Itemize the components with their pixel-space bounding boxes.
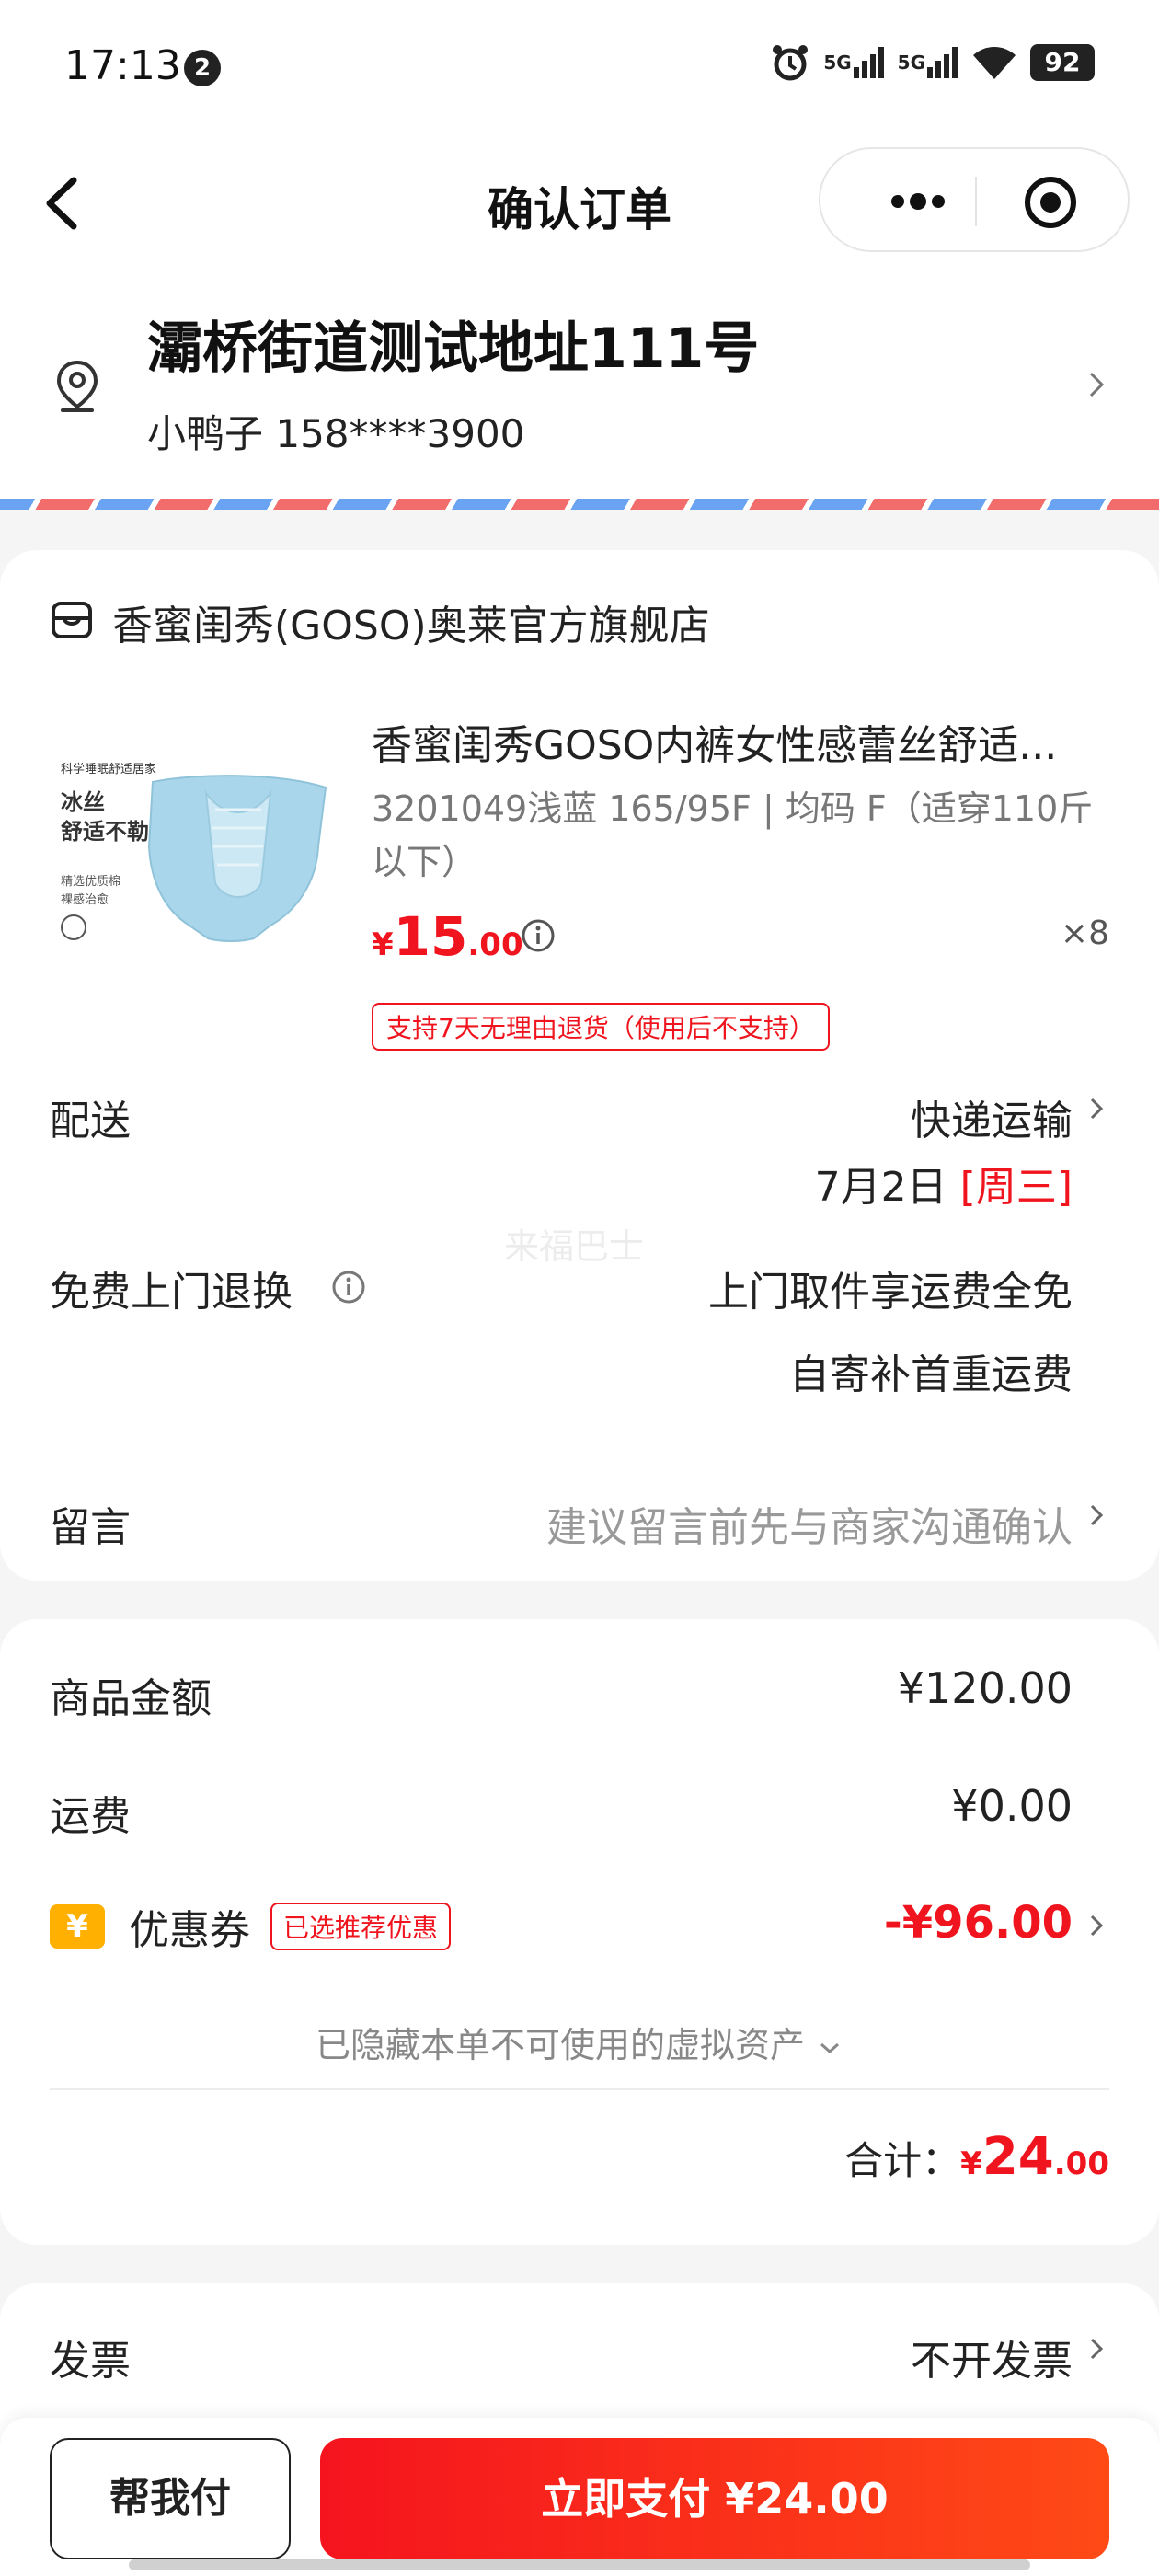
chevron-right-icon: [1087, 1500, 1106, 1531]
address-contact: 小鸭子 158****3900: [147, 411, 525, 456]
signal-5g-icon: 5G: [823, 42, 884, 83]
free-return-line-1: 上门取件享运费全免: [708, 1269, 1073, 1316]
total-integer: 24: [981, 2127, 1054, 2187]
message-label: 留言: [50, 1504, 131, 1551]
miniprogram-capsule: [819, 147, 1130, 252]
status-bar: 17:13 2 5G 5G 92: [0, 0, 1159, 138]
chevron-right-icon: [1087, 1910, 1106, 1941]
info-icon[interactable]: [521, 918, 556, 953]
close-miniprogram-button[interactable]: [1023, 175, 1078, 230]
store-icon: [50, 598, 94, 642]
shop-name[interactable]: 香蜜闺秀(GOSO)奥莱官方旗舰店: [112, 592, 710, 651]
invoice-value[interactable]: 不开发票: [911, 2328, 1073, 2386]
wifi-icon: [971, 42, 1017, 83]
product-spec: 3201049浅蓝 165/95F | 均码 F（适穿110斤以下）: [372, 788, 1094, 882]
product-image-caption-2: 裸感治愈: [61, 892, 109, 907]
bottom-action-bar: 帮我付 立即支付 ¥24.00: [0, 2418, 1159, 2576]
hidden-assets-text: 已隐藏本单不可使用的虚拟资产: [315, 2025, 805, 2065]
product-price: ¥15.00: [372, 905, 523, 968]
delivery-label: 配送: [50, 1098, 131, 1144]
total-decimal: .00: [1053, 2145, 1109, 2182]
delivery-weekday: [周三]: [959, 1164, 1073, 1211]
status-time: 17:13: [64, 42, 181, 89]
info-icon[interactable]: [331, 1270, 366, 1305]
chevron-down-icon: [820, 2042, 840, 2054]
product-image-headline-2: 舒适不勒: [61, 819, 149, 845]
coupon-label[interactable]: 优惠券: [129, 1897, 250, 1956]
product-image-caption-small: 科学睡眠舒适居家: [61, 762, 156, 776]
signal-label: 5G: [897, 52, 925, 74]
order-total: 合计：¥24.00: [844, 2127, 1109, 2187]
goods-amount-value: ¥120.00: [897, 1663, 1073, 1713]
address-section[interactable]: 灞桥街道测试地址111号 小鸭子 158****3900: [0, 267, 1159, 510]
signal-5g-icon-2: 5G: [898, 42, 958, 83]
product-quantity: ×8: [1060, 914, 1109, 952]
capsule-divider: [975, 177, 977, 226]
product-image[interactable]: 科学睡眠舒适居家 冰丝 舒适不勒 精选优质棉 裸感治愈: [50, 708, 335, 994]
shipping-label: 运费: [50, 1793, 131, 1840]
summary-divider: [50, 2088, 1109, 2090]
invoice-label: 发票: [50, 2338, 131, 2385]
message-input[interactable]: 建议留言前先与商家沟通确认: [546, 1494, 1073, 1553]
help-me-pay-button[interactable]: 帮我付: [50, 2438, 291, 2559]
airmail-border: [0, 499, 1159, 510]
delivery-method[interactable]: 快递运输: [911, 1087, 1073, 1146]
product-title[interactable]: 香蜜闺秀GOSO内裤女性感蕾丝舒适...: [372, 712, 1107, 771]
address-line: 灞桥街道测试地址111号: [147, 316, 760, 381]
total-currency: ¥: [960, 2145, 982, 2182]
coupon-value[interactable]: -¥96.00: [884, 1897, 1073, 1949]
shipping-value: ¥0.00: [951, 1781, 1073, 1831]
alarm-icon: [770, 42, 810, 83]
goods-amount-label: 商品金额: [50, 1675, 212, 1722]
watermark-text: 来福巴士: [504, 1226, 645, 1267]
nav-bar: 确认订单: [0, 138, 1159, 267]
more-dots-icon: [891, 193, 945, 210]
coupon-selected-tag: 已选推荐优惠: [270, 1903, 452, 1950]
delivery-date: 7月2日 [周三]: [815, 1154, 1073, 1213]
chevron-right-icon: [1087, 2333, 1106, 2364]
total-label: 合计：: [844, 2138, 961, 2183]
home-indicator[interactable]: [129, 2559, 1030, 2570]
location-pin-icon: [55, 359, 99, 414]
more-button[interactable]: [866, 177, 968, 226]
return-policy-tag: 支持7天无理由退货（使用后不支持）: [372, 1003, 830, 1051]
notification-count-badge: 2: [184, 50, 221, 86]
chevron-right-icon: [1087, 1093, 1106, 1124]
coupon-icon: ¥: [50, 1904, 105, 1949]
status-icons: 5G 5G 92: [770, 42, 1095, 83]
signal-label: 5G: [823, 52, 852, 74]
price-integer: 15: [393, 905, 468, 968]
battery-indicator: 92: [1030, 44, 1095, 81]
price-decimal: .00: [467, 926, 523, 963]
pay-now-button[interactable]: 立即支付 ¥24.00: [320, 2438, 1109, 2559]
product-image-headline-1: 冰丝: [61, 789, 105, 815]
free-return-label: 免费上门退换: [50, 1269, 293, 1316]
price-currency: ¥: [372, 926, 394, 963]
free-return-line-2: 自寄补首重运费: [789, 1351, 1073, 1398]
target-icon: [1025, 177, 1076, 228]
product-image-caption-1: 精选优质棉: [61, 875, 120, 889]
delivery-date-text: 7月2日: [814, 1164, 947, 1211]
chevron-right-icon: [1085, 366, 1107, 403]
order-card: 香蜜闺秀(GOSO)奥莱官方旗舰店 科学睡眠舒适居家 冰丝 舒适不勒 精选优质棉…: [0, 550, 1159, 1581]
hidden-assets-toggle[interactable]: 已隐藏本单不可使用的虚拟资产: [0, 2017, 1159, 2067]
